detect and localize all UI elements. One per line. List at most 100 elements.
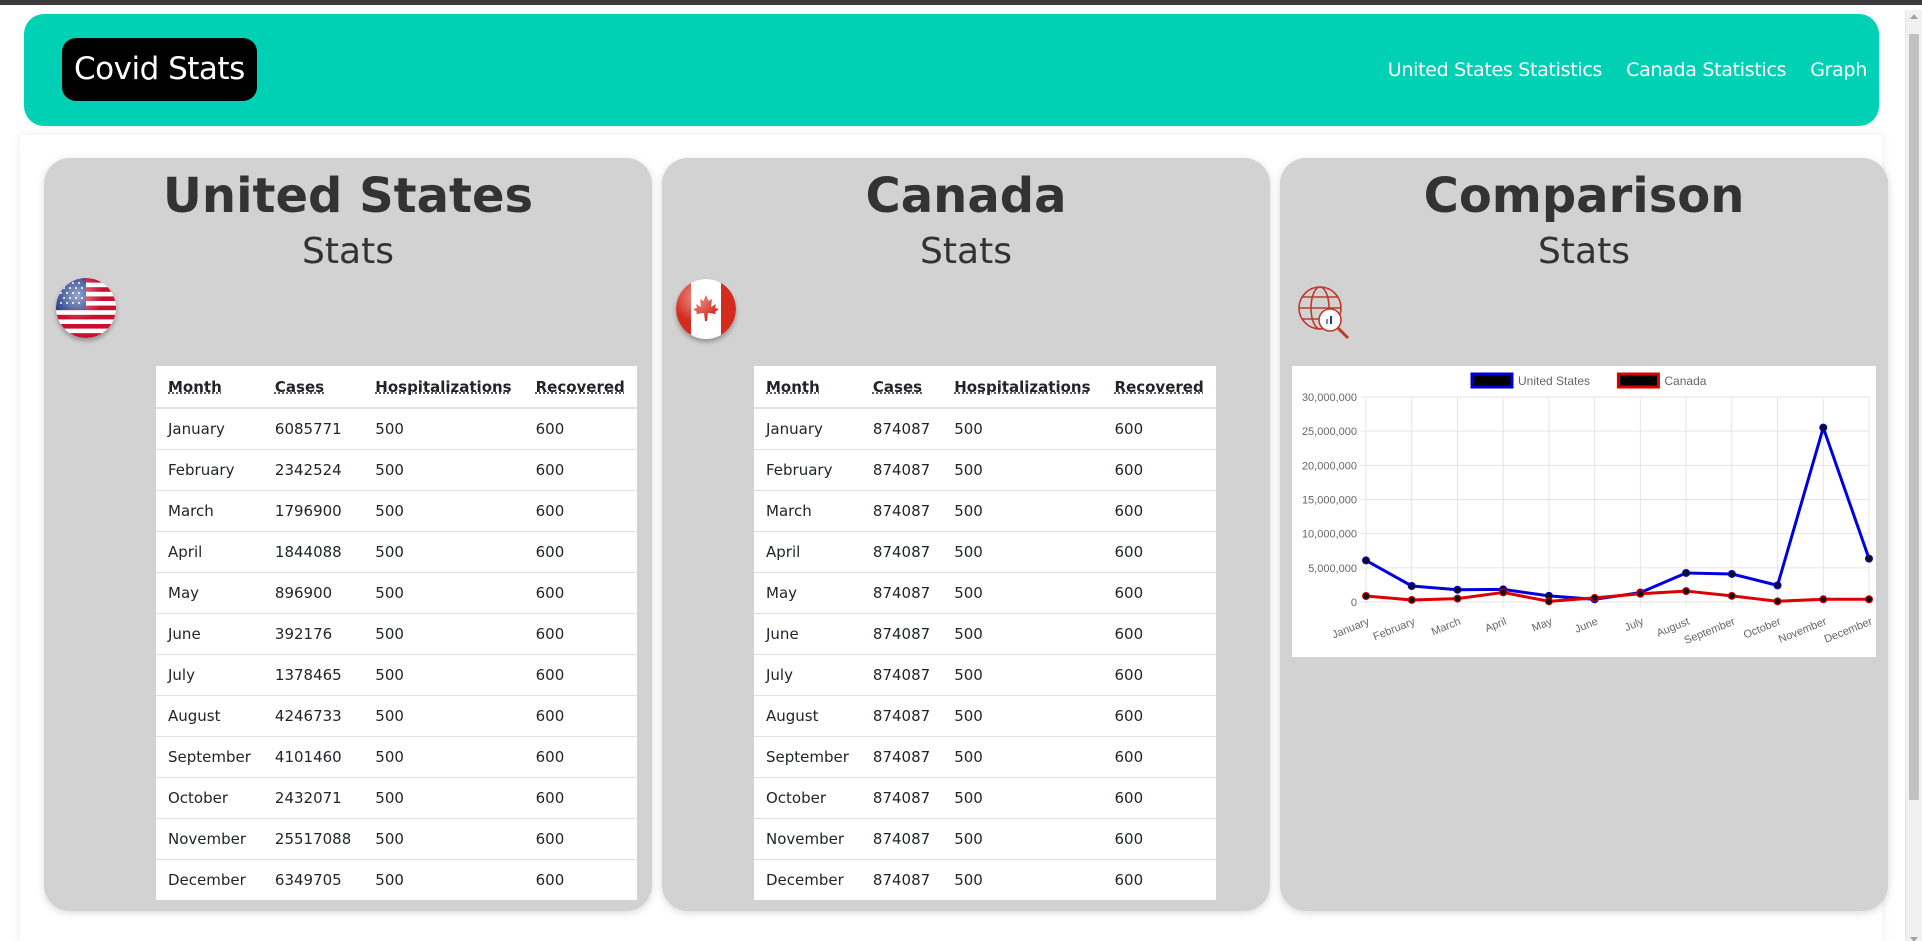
cell-recovered: 600	[523, 571, 637, 613]
cell-cases: 874087	[860, 776, 943, 818]
scroll-up-arrow-icon[interactable]	[1910, 14, 1918, 19]
canada-flag-icon	[676, 279, 736, 339]
us-stats-table: Month Cases Hospitalizations Recovered J…	[156, 366, 637, 900]
header-recovered: Recovered	[1102, 366, 1216, 409]
cell-month: August	[156, 694, 263, 736]
table-row: February 874087 500 600	[754, 448, 1216, 490]
data-point	[1453, 585, 1462, 594]
cell-recovered: 600	[1102, 735, 1216, 777]
table-row: November 25517088 500 600	[156, 817, 637, 859]
cell-recovered: 600	[523, 776, 637, 818]
cell-cases: 874087	[860, 612, 943, 654]
cell-hospitalizations: 500	[942, 735, 1103, 777]
cell-recovered: 600	[523, 694, 637, 736]
cell-cases: 1378465	[262, 653, 364, 695]
cell-month: November	[754, 817, 861, 859]
cell-recovered: 600	[523, 735, 637, 777]
cell-month: February	[156, 448, 263, 490]
cell-hospitalizations: 500	[942, 407, 1103, 449]
scrollbar-thumb[interactable]	[1909, 34, 1919, 800]
cell-recovered: 600	[523, 489, 637, 531]
header-cases: Cases	[262, 366, 364, 409]
cell-month: January	[754, 407, 861, 449]
header-hospitalizations: Hospitalizations	[363, 366, 524, 409]
cell-cases: 4101460	[262, 735, 364, 777]
us-stats-card: United States Stats Month Cases Hospital…	[44, 158, 652, 911]
cell-cases: 25517088	[262, 817, 364, 859]
cell-hospitalizations: 500	[363, 776, 524, 818]
x-tick-label: October	[1742, 616, 1783, 642]
cell-cases: 2432071	[262, 776, 364, 818]
data-point	[1590, 593, 1599, 602]
cell-cases: 874087	[860, 530, 943, 572]
table-row: July 874087 500 600	[754, 653, 1216, 695]
table-header-row: Month Cases Hospitalizations Recovered	[754, 366, 1216, 409]
cell-month: November	[156, 817, 263, 859]
cell-recovered: 600	[523, 612, 637, 654]
cell-hospitalizations: 500	[363, 448, 524, 490]
us-table-body: January 6085771 500 600 February 2342524 500 60…	[156, 407, 637, 900]
y-tick-label: 10,000,000	[1302, 529, 1357, 541]
data-point	[1362, 592, 1370, 601]
nav-link-graph[interactable]: Graph	[1810, 59, 1867, 81]
cell-hospitalizations: 500	[942, 694, 1103, 736]
data-point	[1819, 595, 1828, 604]
cell-cases: 896900	[262, 571, 364, 613]
cell-month: July	[754, 653, 861, 695]
data-point	[1865, 595, 1873, 604]
y-tick-label: 5,000,000	[1308, 563, 1357, 575]
table-row: September 4101460 500 600	[156, 735, 637, 777]
cell-cases: 874087	[860, 571, 943, 613]
series-line	[1365, 426, 1871, 601]
cell-month: August	[754, 694, 861, 736]
cell-recovered: 600	[1102, 407, 1216, 449]
table-row: June 392176 500 600	[156, 612, 637, 654]
us-flag-icon	[56, 278, 116, 338]
table-header-row: Month Cases Hospitalizations Recovered	[156, 366, 637, 409]
cell-hospitalizations: 500	[363, 489, 524, 531]
cell-recovered: 600	[1102, 858, 1216, 900]
canada-stats-table: Month Cases Hospitalizations Recovered J…	[754, 366, 1216, 900]
nav-link-us-stats[interactable]: United States Statistics	[1388, 59, 1603, 81]
cell-month: January	[156, 407, 263, 449]
x-tick-label: May	[1530, 615, 1554, 634]
cell-month: March	[754, 489, 861, 531]
cell-hospitalizations: 500	[942, 448, 1103, 490]
cell-hospitalizations: 500	[942, 776, 1103, 818]
x-tick-label: January	[1330, 615, 1371, 641]
cell-hospitalizations: 500	[363, 858, 524, 900]
cell-cases: 874087	[860, 407, 943, 449]
table-row: March 874087 500 600	[754, 489, 1216, 531]
cell-cases: 874087	[860, 735, 943, 777]
table-row: April 1844088 500 600	[156, 530, 637, 572]
x-tick-label: March	[1430, 616, 1463, 639]
cell-cases: 1844088	[262, 530, 364, 572]
canada-stats-card: Canada Stats Month Cases Hospitalization…	[662, 158, 1270, 911]
data-point	[1865, 554, 1873, 563]
cell-hospitalizations: 500	[363, 612, 524, 654]
cell-month: February	[754, 448, 861, 490]
cell-month: May	[156, 571, 263, 613]
cell-hospitalizations: 500	[942, 817, 1103, 859]
table-row: July 1378465 500 600	[156, 653, 637, 695]
cell-cases: 874087	[860, 817, 943, 859]
scroll-down-arrow-icon[interactable]	[1910, 937, 1918, 941]
cell-month: April	[156, 530, 263, 572]
x-tick-label: February	[1372, 615, 1418, 643]
brand-logo[interactable]: Covid Stats	[62, 38, 257, 101]
cell-month: September	[156, 735, 263, 777]
header-month: Month	[156, 366, 263, 409]
vertical-scrollbar[interactable]	[1905, 10, 1922, 941]
header-cases: Cases	[860, 366, 943, 409]
comparison-line-chart: 30,000,000 25,000,000 20,000,000 15,000,000…	[1292, 366, 1876, 657]
table-row: March 1796900 500 600	[156, 489, 637, 531]
cell-hospitalizations: 500	[942, 489, 1103, 531]
cell-hospitalizations: 500	[363, 694, 524, 736]
legend-label: Canada	[1664, 374, 1706, 388]
data-point	[1682, 568, 1691, 577]
card-subtitle: Stats	[1538, 231, 1630, 272]
table-row: January 874087 500 600	[754, 407, 1216, 449]
x-tick-label: December	[1823, 616, 1875, 646]
nav-link-canada-stats[interactable]: Canada Statistics	[1626, 59, 1786, 81]
data-point	[1544, 597, 1553, 606]
